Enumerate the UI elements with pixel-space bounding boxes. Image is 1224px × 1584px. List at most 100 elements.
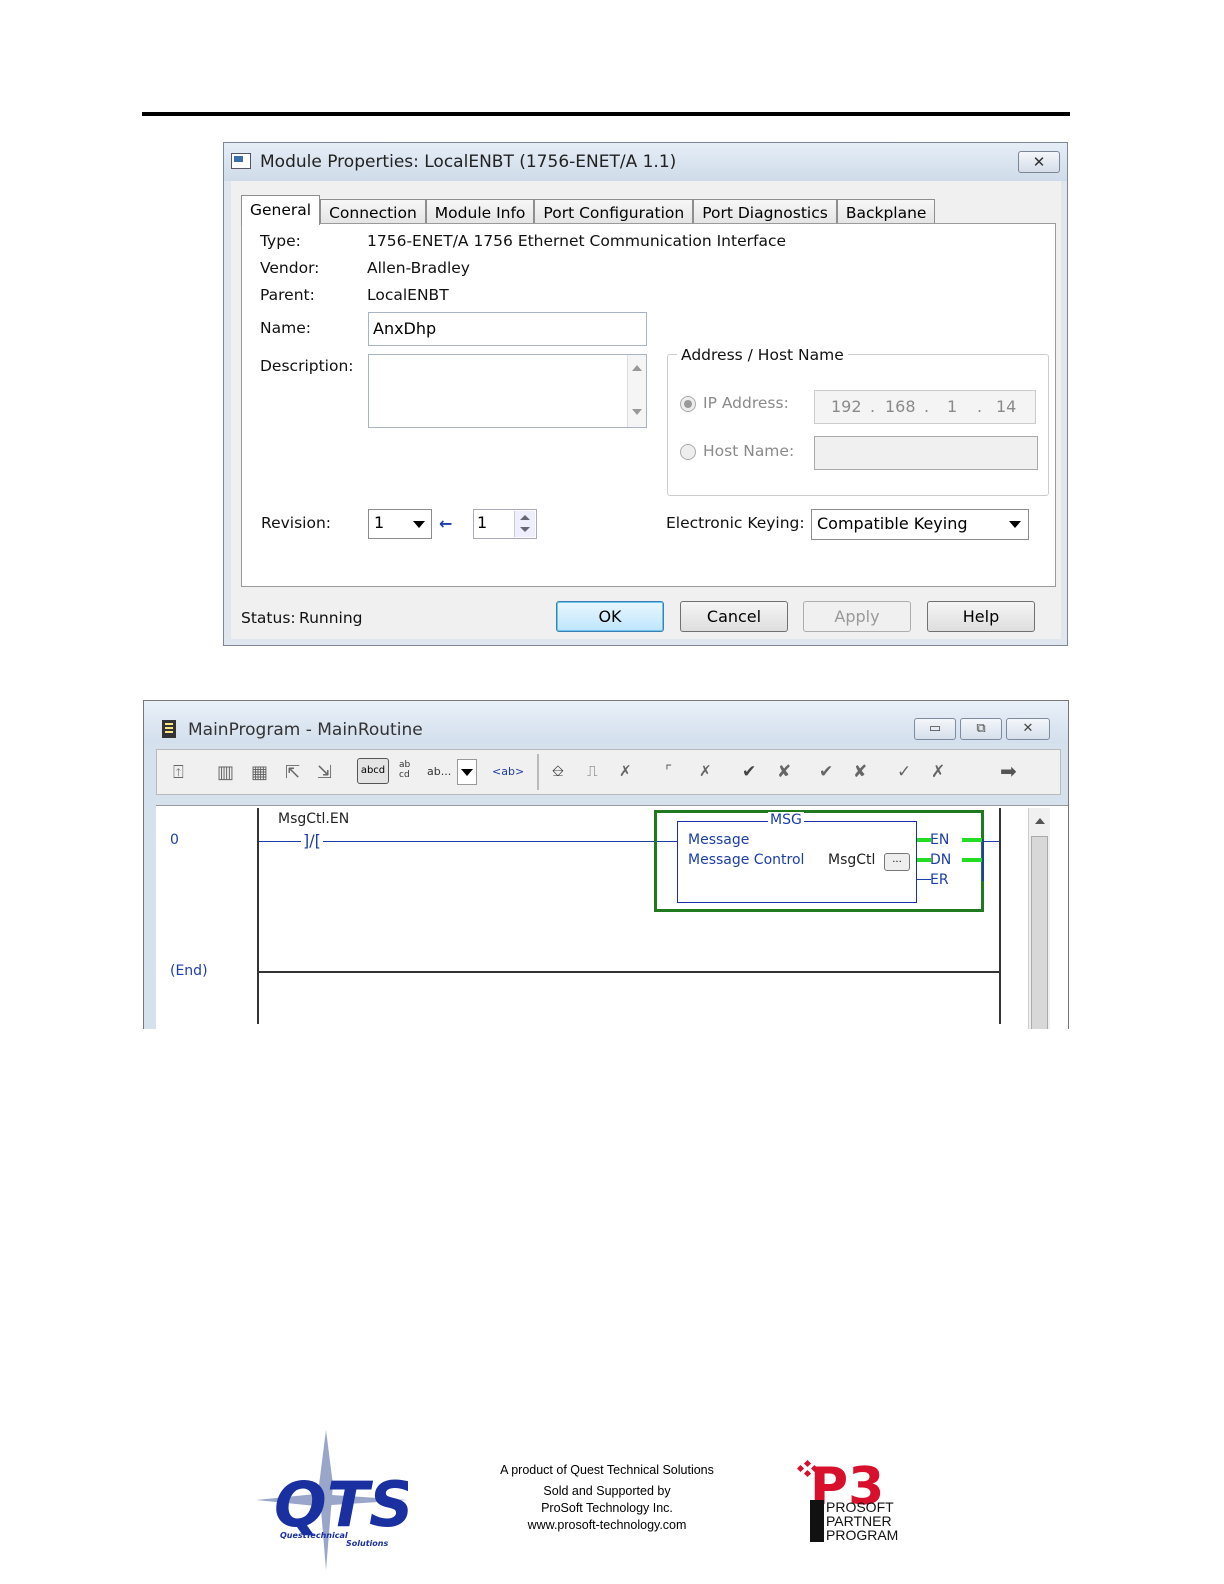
tab-port-configuration[interactable]: Port Configuration (534, 199, 694, 225)
er-wire (917, 879, 931, 880)
footer-credits: A product of Quest Technical Solutions S… (470, 1462, 744, 1534)
output-er: ER (930, 872, 949, 888)
cancel-button[interactable]: Cancel (680, 601, 788, 632)
host-name-label: Host Name: (703, 442, 795, 460)
description-textarea[interactable] (368, 354, 647, 428)
host-name-input[interactable] (814, 436, 1038, 470)
address-group-title: Address / Host Name (677, 346, 848, 364)
paste-rung-icon[interactable]: ▦ (251, 762, 268, 783)
tab-backplane[interactable]: Backplane (836, 199, 936, 225)
arrow-left-icon: ← (439, 514, 453, 533)
stacked-text-button[interactable]: ab cd (399, 760, 413, 780)
contact-tag[interactable]: MsgCtl.EN (278, 811, 349, 827)
scroll-up-icon[interactable] (632, 365, 642, 371)
scroll-down-icon[interactable] (632, 409, 642, 415)
export-icon[interactable]: ⇲ (317, 762, 332, 783)
msg-configure-button[interactable]: ... (884, 853, 910, 871)
tag-text-button[interactable]: <ab> (492, 765, 524, 778)
parent-label: Parent: (260, 286, 315, 304)
stepper-down-icon[interactable] (520, 527, 530, 532)
revision-major-value: 1 (374, 513, 385, 532)
scroll-up-icon[interactable] (1035, 818, 1045, 824)
general-tab-panel: Type: 1756-ENET/A 1756 Ethernet Communic… (241, 223, 1056, 587)
revision-minor-value: 1 (477, 513, 488, 532)
en-energized-tail (962, 838, 982, 842)
accept-program-edits-icon[interactable]: ✔ (819, 762, 833, 782)
ladder-toolbar: ⍐ ▥ ▦ ⇱ ⇲ abcd ab cd ab... <ab> ⎒ ⎍ ✗ ⌜ … (156, 749, 1061, 795)
ladder-routine-icon (162, 720, 176, 738)
ip-octet-3: 1 (947, 397, 958, 416)
tab-port-diagnostics[interactable]: Port Diagnostics (693, 199, 837, 225)
vertical-scrollbar[interactable] (1028, 808, 1050, 1029)
output-tie-wire (982, 839, 984, 881)
help-button[interactable]: Help (927, 601, 1035, 632)
address-group-box (667, 354, 1049, 496)
apply-button[interactable]: Apply (803, 601, 911, 632)
accept-edits-icon[interactable]: ✔ (742, 762, 756, 782)
stepper-buttons[interactable] (514, 511, 535, 537)
chevron-down-icon (1009, 521, 1021, 528)
text-more-button[interactable]: ab... (427, 765, 451, 778)
close-button[interactable]: ✕ (1018, 151, 1060, 173)
revision-minor-stepper[interactable]: 1 (473, 509, 537, 539)
ok-button[interactable]: OK (556, 601, 664, 632)
electronic-keying-value: Compatible Keying (817, 514, 968, 533)
scrollbar-thumb[interactable] (1031, 836, 1048, 1029)
ip-address-field[interactable]: 192 . 168 . 1 . 14 (814, 390, 1036, 424)
revision-major-select[interactable]: 1 (368, 509, 432, 539)
msg-mnemonic: MSG (768, 812, 804, 828)
verify-delete-icon[interactable]: ✗ (699, 762, 712, 780)
copy-rung-icon[interactable]: ▥ (217, 762, 234, 783)
name-input[interactable]: AnxDhp (368, 312, 647, 346)
tab-general[interactable]: General (241, 195, 321, 225)
verify-rung-icon[interactable]: ⌜ (665, 762, 672, 780)
dn-energized-tail (962, 858, 982, 862)
host-name-radio[interactable] (680, 444, 696, 460)
finalize-edits-icon[interactable]: ➡ (1000, 759, 1017, 783)
msg-instruction-box[interactable]: MSG Message Message Control MsgCtl ... (677, 812, 917, 903)
output-to-rail-wire (984, 841, 999, 842)
qts-word-technical: Technical (306, 1531, 348, 1540)
branch-delete-icon[interactable]: ✗ (619, 762, 632, 780)
text-dropdown[interactable] (457, 759, 477, 785)
tab-connection[interactable]: Connection (320, 199, 426, 225)
ip-address-radio[interactable] (680, 396, 696, 412)
stepper-up-icon[interactable] (520, 515, 530, 520)
add-rung-icon[interactable]: ⎒ (552, 762, 564, 780)
end-rung-line (257, 971, 1001, 973)
ladder-title-bar: MainProgram - MainRoutine ▭ ⧉ ✕ (144, 701, 1068, 743)
type-label: Type: (260, 232, 301, 250)
status-value: Running (299, 609, 363, 627)
minimize-button[interactable]: ▭ (914, 718, 956, 740)
type-value: 1756-ENET/A 1756 Ethernet Communication … (367, 232, 786, 250)
import-icon[interactable]: ⇱ (285, 762, 300, 783)
insert-rung-icon[interactable]: ⍐ (173, 762, 184, 783)
dialog-title: Module Properties: LocalENBT (1756-ENET/… (260, 152, 677, 172)
description-scrollbar[interactable] (627, 355, 646, 427)
description-label: Description: (260, 357, 354, 375)
output-en: EN (930, 832, 950, 848)
page-top-rule (142, 112, 1070, 116)
xio-contact[interactable]: ]/[ (301, 831, 323, 850)
footer-line-url[interactable]: www.prosoft-technology.com (470, 1517, 744, 1534)
untest-edits-icon[interactable]: ✗ (931, 762, 945, 782)
ladder-editor-window: MainProgram - MainRoutine ▭ ⧉ ✕ ⍐ ▥ ▦ ⇱ … (143, 700, 1069, 1029)
cancel-edits-icon[interactable]: ✘ (777, 762, 791, 782)
restore-button[interactable]: ⧉ (960, 718, 1002, 740)
cancel-program-edits-icon[interactable]: ✘ (853, 762, 867, 782)
ladder-rung-area[interactable]: 0 (End) MsgCtl.EN ]/[ MSG Message Messag… (156, 805, 1068, 1029)
rung-number[interactable]: 0 (170, 832, 179, 848)
tab-module-info[interactable]: Module Info (425, 199, 535, 225)
module-properties-dialog: Module Properties: LocalENBT (1756-ENET/… (223, 142, 1068, 646)
dn-energized-bar (917, 858, 931, 862)
name-input-value: AnxDhp (373, 319, 437, 338)
msg-operand[interactable]: MsgCtl (828, 852, 875, 868)
output-dn: DN (930, 852, 952, 868)
right-power-rail (999, 808, 1001, 1024)
test-edits-icon[interactable]: ✓ (897, 762, 911, 782)
electronic-keying-select[interactable]: Compatible Keying (811, 509, 1029, 540)
branch-icon[interactable]: ⎍ (587, 762, 598, 780)
close-button[interactable]: ✕ (1006, 718, 1050, 740)
abcd-toggle-button[interactable]: abcd (357, 758, 389, 784)
name-label: Name: (260, 319, 311, 337)
